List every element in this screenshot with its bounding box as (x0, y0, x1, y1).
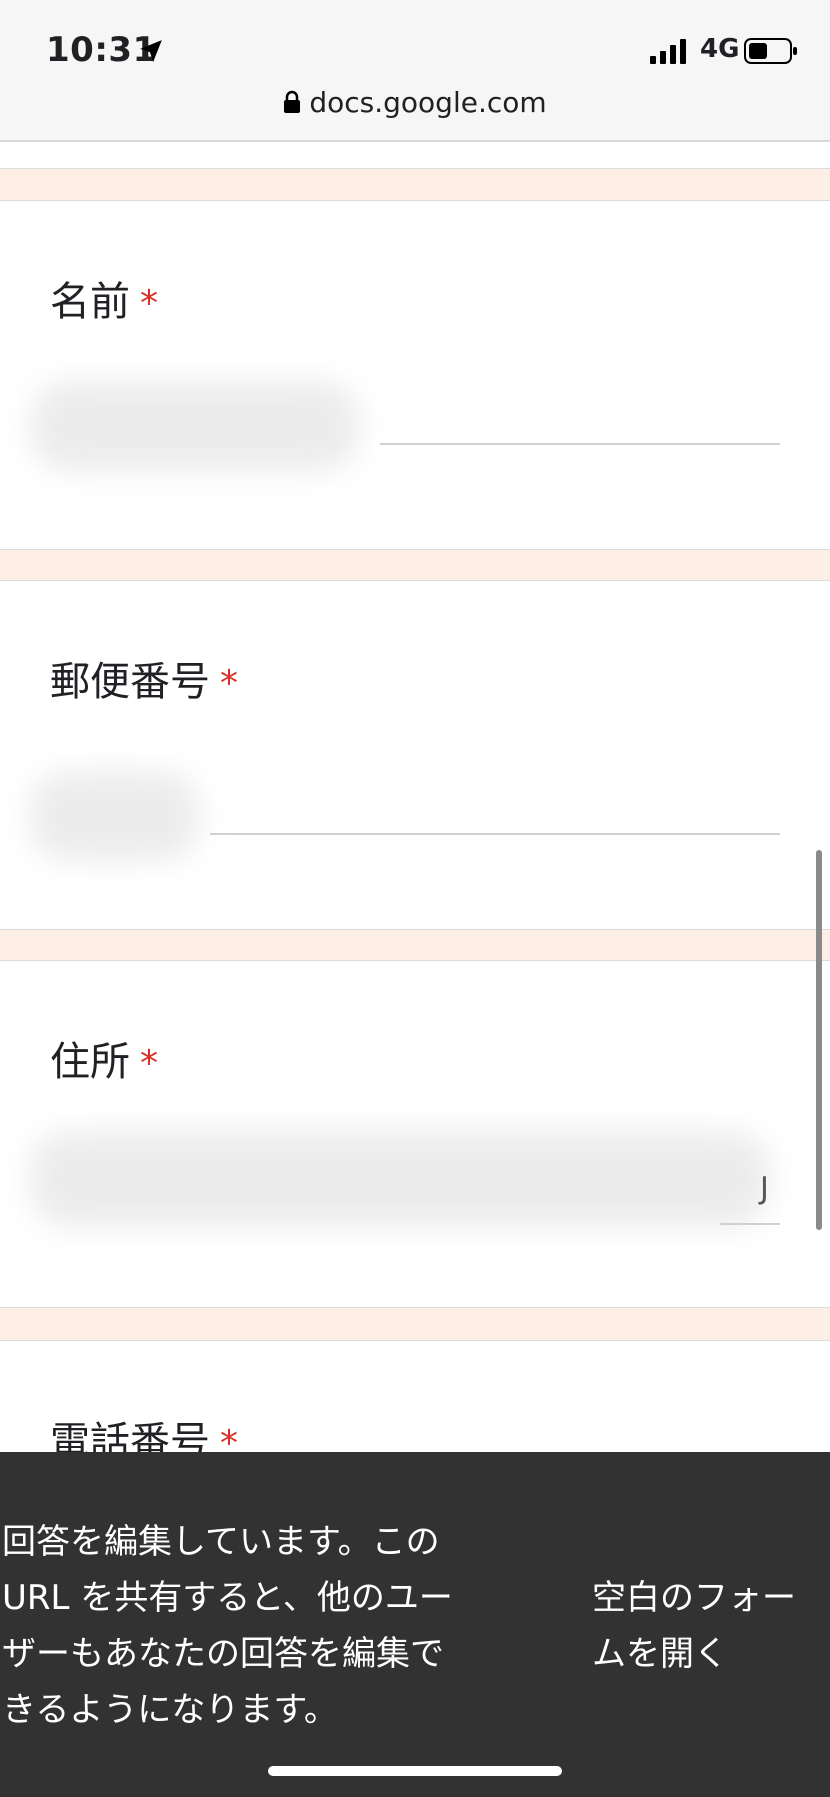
network-type: 4G (700, 34, 740, 64)
lock-icon (284, 90, 301, 113)
question-label: 住所 (50, 1039, 130, 1085)
question-card-address: 住所 * J (0, 960, 830, 1308)
edit-response-snackbar: 回答を編集しています。このURL を共有すると、他のユーザーもあなたの回答を編集… (0, 1452, 830, 1797)
name-answer-input[interactable] (20, 381, 780, 471)
required-asterisk: * (220, 663, 238, 704)
question-label: 郵便番号 (50, 659, 210, 705)
required-asterisk: * (140, 283, 158, 324)
previous-question-card (0, 141, 830, 169)
input-underline (210, 833, 780, 835)
browser-status-bar: 10:31 4G docs.google.com (0, 0, 830, 141)
question-label: 名前 (50, 279, 130, 325)
input-underline (720, 1223, 780, 1225)
home-indicator[interactable] (268, 1766, 562, 1776)
open-blank-form-button[interactable]: 空白のフォームを開く (592, 1570, 822, 1682)
url-text: docs.google.com (309, 86, 547, 119)
page-scrollbar[interactable] (816, 850, 822, 1230)
redacted-answer (30, 1131, 770, 1227)
address-answer-input[interactable]: J (20, 1131, 780, 1241)
question-title: 住所 * (50, 1029, 158, 1087)
postal-code-answer-input[interactable] (20, 771, 780, 861)
required-asterisk: * (140, 1043, 158, 1084)
cellular-signal-icon (650, 39, 686, 64)
question-card-postal-code: 郵便番号 * (0, 580, 830, 930)
location-arrow-icon (140, 40, 162, 62)
address-bar[interactable]: docs.google.com (0, 86, 830, 119)
question-title: 名前 * (50, 269, 158, 327)
address-visible-tail: J (760, 1171, 769, 1206)
battery-icon (744, 38, 797, 64)
input-underline (380, 443, 780, 445)
redacted-answer (30, 381, 360, 471)
snackbar-message: 回答を編集しています。このURL を共有すると、他のユーザーもあなたの回答を編集… (2, 1522, 453, 1730)
question-title: 郵便番号 * (50, 649, 238, 707)
redacted-answer (30, 771, 200, 861)
question-card-name: 名前 * (0, 200, 830, 550)
